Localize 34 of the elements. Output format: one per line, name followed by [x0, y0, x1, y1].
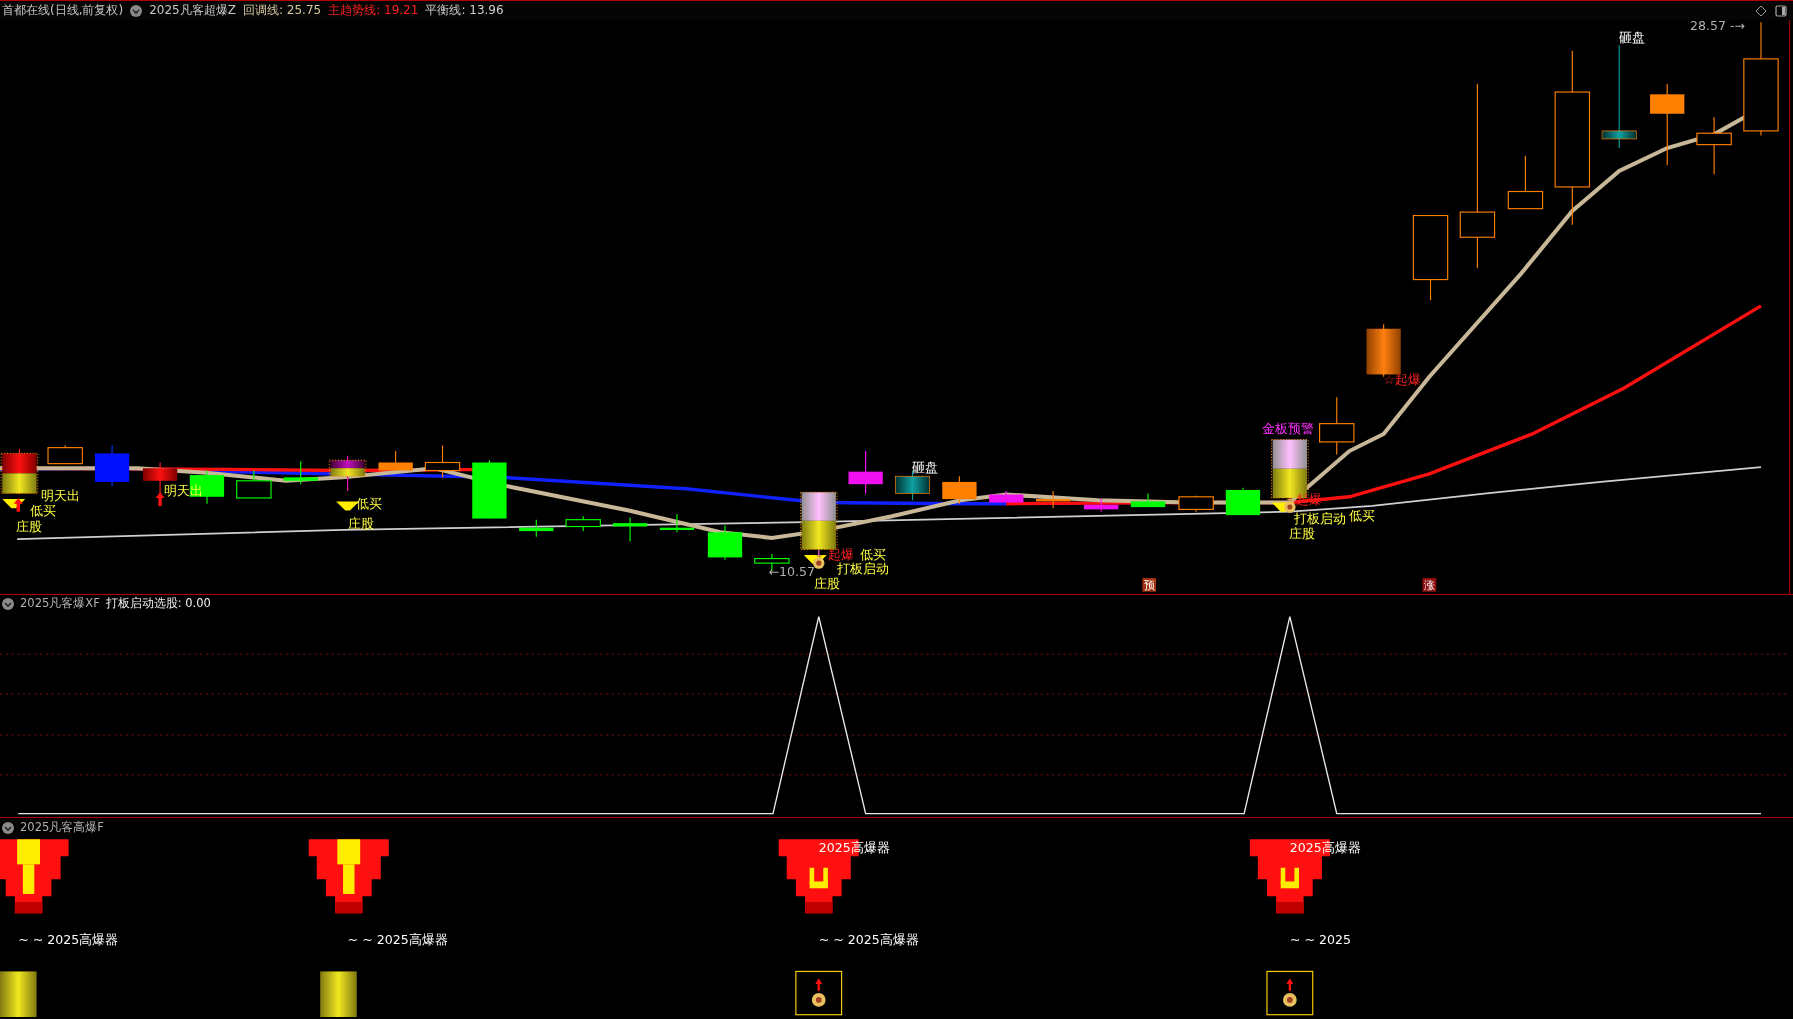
signal-label: 明天出 [163, 482, 203, 498]
signal-label: 砸盘 [1619, 29, 1646, 45]
signal-label: 低买 [859, 546, 886, 562]
signal-label: 庄股 [814, 576, 841, 592]
indicator-name: 2025凡客爆XF [20, 596, 100, 611]
indicator-reading: 打板启动选股: 0.00 [105, 596, 211, 611]
signal-label: 低买 [29, 503, 56, 519]
signal-label: 打板启动 [1294, 511, 1347, 527]
stock-title: 首都在线(日线,前复权) [2, 2, 124, 19]
signal-label: 打板启动 [837, 561, 890, 577]
indicator-reading: 平衡线: 13.96 [425, 2, 504, 19]
signal-label: ~ ~ 2025高爆器 [818, 932, 919, 948]
signal-label: 起爆 [827, 546, 854, 562]
signal-label: 砸盘 [912, 459, 939, 475]
signal-marker: 预 [1142, 578, 1157, 593]
indicator-name: 2025凡客超爆Z [149, 2, 236, 19]
signal-label: ~ ~ 2025高爆器 [18, 932, 119, 948]
signal-label: 28.57 -→ [1690, 20, 1746, 34]
indicator-reading: 回调线: 25.75 [242, 2, 322, 19]
signal-label: 起爆 [1295, 491, 1322, 507]
signal-marker: 涨 [1422, 578, 1437, 593]
indicator-name: 2025凡客高爆F [20, 820, 104, 835]
signal-label: 明天出 [41, 488, 81, 504]
signal-label: ~ ~ 2025 [1289, 932, 1351, 948]
signal-label: 低买 [1349, 507, 1376, 523]
indicator-reading: 主趋势线: 19.21 [328, 2, 419, 19]
signal-label: ~ ~ 2025高爆器 [347, 932, 448, 948]
signal-label: ☆起爆 [1383, 371, 1421, 387]
signal-label: 庄股 [347, 515, 374, 531]
signal-label: 庄股 [1288, 525, 1315, 541]
signal-label: 庄股 [16, 519, 42, 535]
signal-label: 低买 [355, 496, 382, 512]
signal-label: 金板预警 [1262, 420, 1315, 436]
signal-label: ←10.57 [768, 563, 815, 579]
